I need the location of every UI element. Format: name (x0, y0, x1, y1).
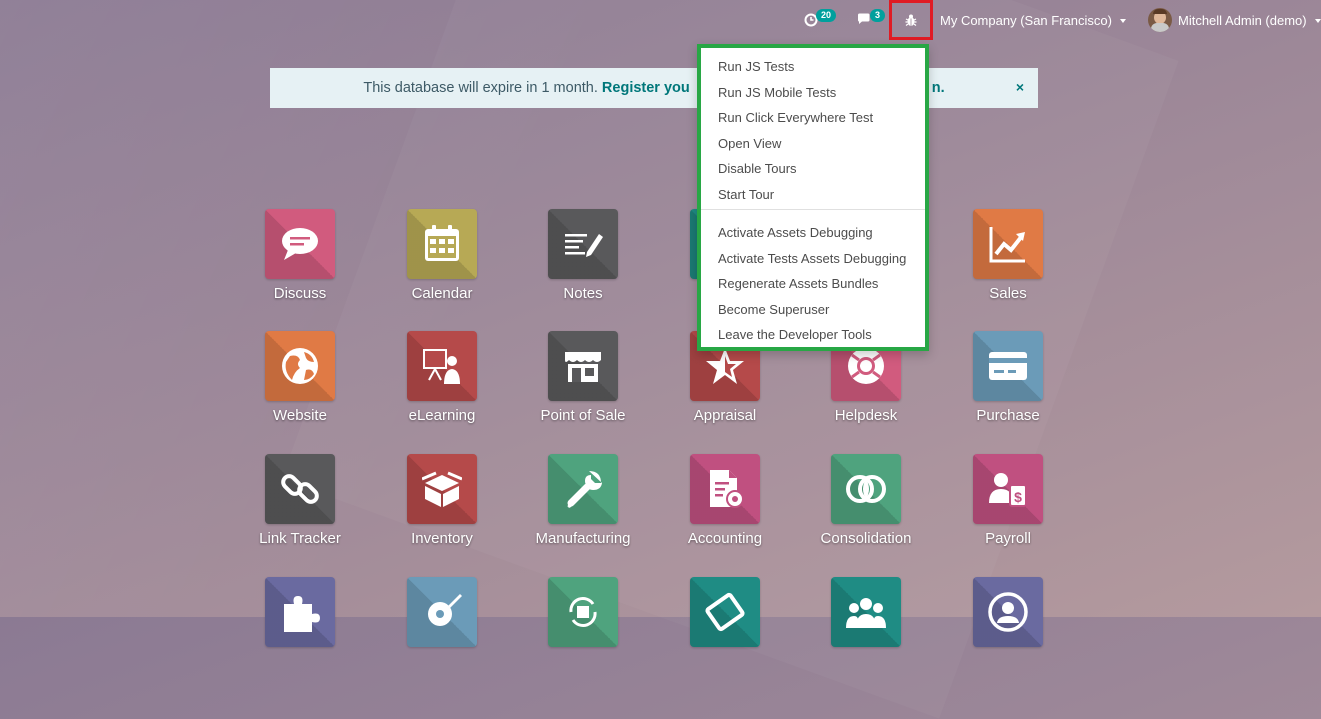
menu-item-disable-tours[interactable]: Disable Tours (718, 161, 797, 176)
app-label: Sales (989, 285, 1027, 302)
app-tile-app-23[interactable] (795, 577, 937, 687)
menu-item-run-js-tests[interactable]: Run JS Tests (718, 59, 794, 74)
messages-badge: 3 (870, 9, 886, 22)
app-tile-consolidation[interactable]: Consolidation (795, 454, 937, 564)
app-tile-link-tracker[interactable]: Link Tracker (229, 454, 371, 564)
app-label: Appraisal (693, 407, 757, 424)
menu-item-activate-assets-debugging[interactable]: Activate Assets Debugging (718, 225, 873, 240)
app-tile-accounting[interactable]: Accounting (654, 454, 796, 564)
app-tile-app-24[interactable] (937, 577, 1079, 687)
user-name: Mitchell Admin (demo) (1178, 12, 1307, 28)
menu-item-start-tour[interactable]: Start Tour (718, 187, 774, 202)
wrench-icon (548, 454, 618, 524)
debug-button[interactable] (889, 0, 933, 40)
menu-item-leave-developer-tools[interactable]: Leave the Developer Tools (718, 327, 872, 342)
box-icon (407, 454, 477, 524)
app-label: Accounting (687, 530, 763, 547)
menu-divider (701, 209, 925, 210)
menu-item-regenerate-assets-bundles[interactable]: Regenerate Assets Bundles (718, 276, 878, 291)
people-icon (831, 577, 901, 647)
app-label: Helpdesk (834, 407, 898, 424)
user-payroll-icon: $ (973, 454, 1043, 524)
app-tile-point-of-sale[interactable]: Point of Sale (512, 331, 654, 441)
calendar-icon (407, 209, 477, 279)
app-tile-purchase[interactable]: Purchase (937, 331, 1079, 441)
app-label: Link Tracker (259, 530, 341, 547)
chat-bubble-icon (265, 209, 335, 279)
app-tile-payroll[interactable]: $ Payroll (937, 454, 1079, 564)
menu-item-activate-tests-assets-debugging[interactable]: Activate Tests Assets Debugging (718, 251, 906, 266)
app-tile-manufacturing[interactable]: Manufacturing (512, 454, 654, 564)
close-icon[interactable]: × (1016, 79, 1024, 95)
app-tile-app-22[interactable] (654, 577, 796, 687)
link-icon (265, 454, 335, 524)
app-tile-website[interactable]: Website (229, 331, 371, 441)
company-switcher[interactable]: My Company (San Francisco) (940, 0, 1126, 40)
debug-dropdown: Run JS Tests Run JS Mobile Tests Run Cli… (697, 44, 929, 351)
app-label: Calendar (411, 285, 473, 302)
presenter-icon (407, 331, 477, 401)
register-link[interactable]: Register you (602, 80, 690, 96)
avatar (1148, 8, 1172, 32)
app-label: eLearning (408, 407, 476, 424)
overlap-circles-icon (831, 454, 901, 524)
globe-icon (265, 331, 335, 401)
chevron-down-icon (1119, 18, 1126, 23)
invoice-gear-icon (690, 454, 760, 524)
app-tile-notes[interactable]: Notes (512, 209, 654, 319)
app-tile-discuss[interactable]: Discuss (229, 209, 371, 319)
svg-text:$: $ (1014, 489, 1022, 505)
app-label: Payroll (985, 530, 1031, 547)
app-label: Notes (563, 285, 603, 302)
app-tile-calendar[interactable]: Calendar (371, 209, 513, 319)
app-tile-app-20[interactable] (371, 577, 513, 687)
activity-menu[interactable]: 20 (804, 0, 837, 40)
app-tile-app-19[interactable] (229, 577, 371, 687)
user-menu[interactable]: Mitchell Admin (demo) (1148, 0, 1321, 40)
credit-card-icon (973, 331, 1043, 401)
app-label: Website (273, 407, 327, 424)
register-link-tail[interactable]: n. (932, 80, 945, 96)
app-label: Discuss (273, 285, 327, 302)
menu-item-become-superuser[interactable]: Become Superuser (718, 302, 829, 317)
chevron-down-icon (1314, 18, 1321, 23)
app-tile-app-21[interactable] (512, 577, 654, 687)
cycle-box-icon (548, 577, 618, 647)
gear-pen-icon (407, 577, 477, 647)
ticket-icon (690, 577, 760, 647)
menu-item-open-view[interactable]: Open View (718, 136, 781, 151)
chart-line-icon (973, 209, 1043, 279)
activity-badge: 20 (816, 9, 837, 22)
app-tile-inventory[interactable]: Inventory (371, 454, 513, 564)
profile-icon (973, 577, 1043, 647)
app-tile-elearning[interactable]: eLearning (371, 331, 513, 441)
top-bar: 20 3 My Company (San Francisco) Mitchell… (0, 0, 1321, 40)
app-tile-sales[interactable]: Sales (937, 209, 1079, 319)
notes-pencil-icon (548, 209, 618, 279)
banner-text: This database will expire in 1 month. (363, 80, 598, 96)
app-label: Point of Sale (540, 407, 626, 424)
app-label: Purchase (976, 407, 1040, 424)
puzzle-icon (265, 577, 335, 647)
messages-menu[interactable]: 3 (857, 0, 886, 40)
app-label: Inventory (411, 530, 473, 547)
menu-item-run-js-mobile-tests[interactable]: Run JS Mobile Tests (718, 85, 836, 100)
store-icon (548, 331, 618, 401)
menu-item-run-click-everywhere[interactable]: Run Click Everywhere Test (718, 110, 873, 125)
bug-icon (905, 14, 917, 26)
app-label: Consolidation (820, 530, 912, 547)
company-name: My Company (San Francisco) (940, 12, 1112, 28)
app-label: Manufacturing (535, 530, 631, 547)
